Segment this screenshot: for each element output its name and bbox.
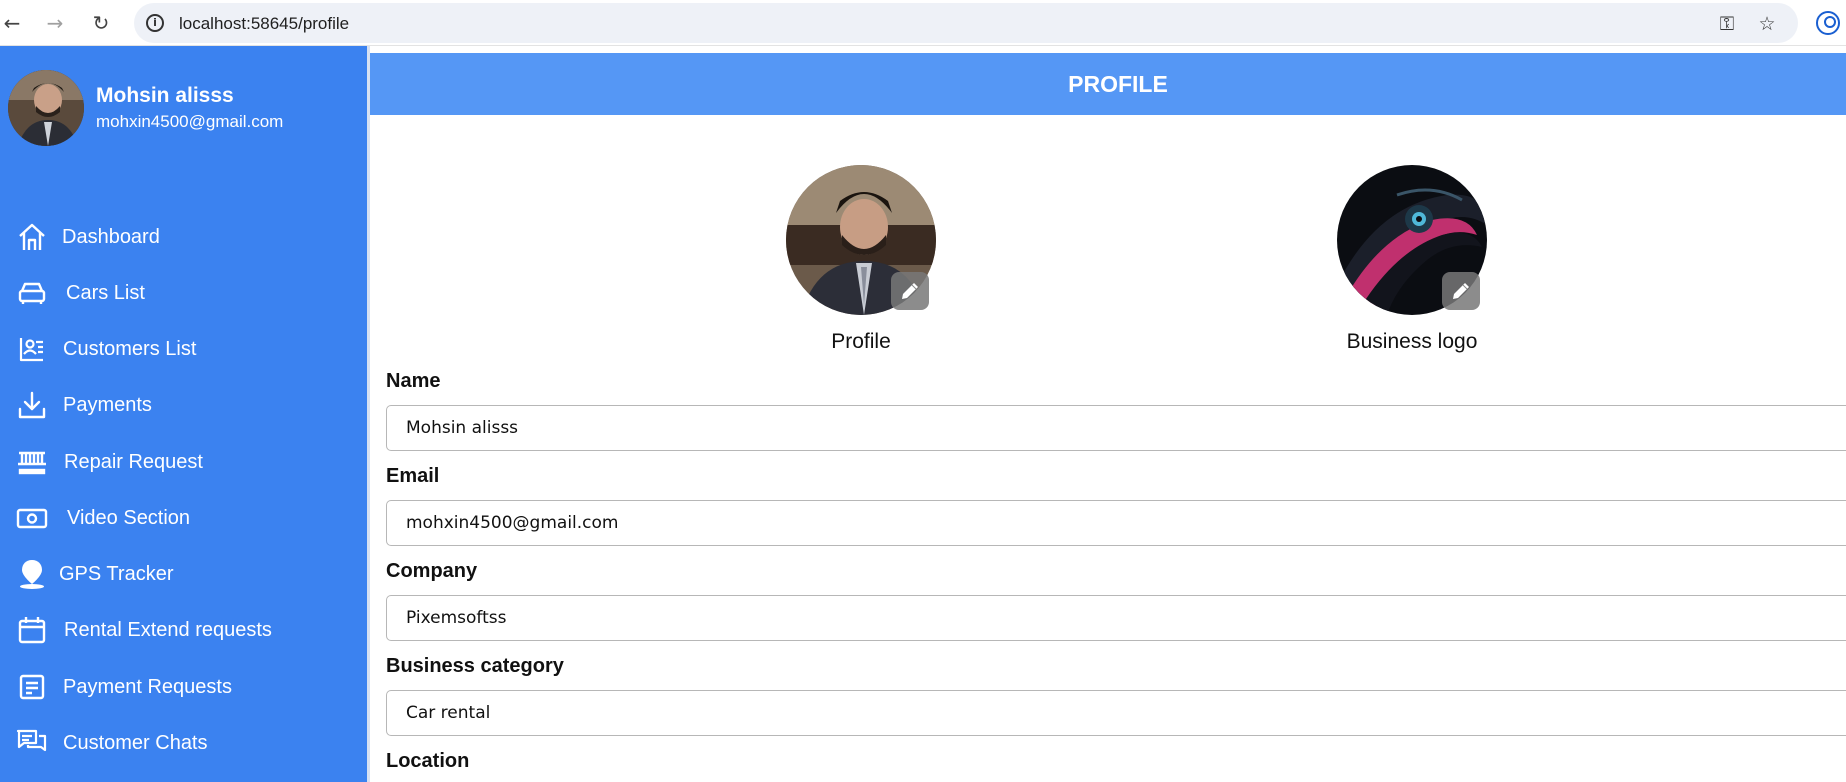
business-logo[interactable]	[1337, 165, 1487, 315]
home-icon	[16, 221, 48, 253]
avatar	[8, 70, 84, 146]
sidebar-item-label: Payments	[63, 393, 152, 416]
video-icon	[16, 502, 48, 534]
sidebar-item-label: GPS Tracker	[59, 562, 174, 585]
download-icon	[16, 389, 48, 421]
pencil-icon	[902, 283, 918, 299]
company-label: Company	[386, 560, 478, 582]
reload-icon[interactable]: ↻	[89, 11, 113, 35]
sidebar-item-payments[interactable]: Payments	[0, 380, 367, 430]
profile-photo-caption: Profile	[831, 330, 891, 353]
site-info-icon[interactable]: i	[146, 14, 164, 32]
sidebar: Mohsin alisss mohxin4500@gmail.com Dashb…	[0, 46, 367, 782]
sidebar-item-customer-chats[interactable]: Customer Chats	[0, 718, 367, 768]
url-text[interactable]: localhost:58645/profile	[179, 14, 349, 34]
edit-profile-photo-button[interactable]	[891, 272, 929, 310]
star-icon[interactable]: ☆	[1756, 13, 1778, 35]
sidebar-item-video-section[interactable]: Video Section	[0, 493, 367, 543]
sidebar-item-repair-request[interactable]: Repair Request	[0, 437, 367, 487]
sidebar-item-label: Cars List	[66, 281, 145, 304]
page-title: PROFILE	[370, 53, 1846, 115]
profile-photo[interactable]	[786, 165, 936, 315]
sidebar-item-label: Video Section	[67, 506, 191, 529]
sidebar-item-label: Repair Request	[64, 450, 203, 473]
business-logo-caption: Business logo	[1346, 330, 1478, 353]
repair-icon	[16, 446, 48, 478]
business-category-label: Business category	[386, 655, 564, 677]
user-email: mohxin4500@gmail.com	[96, 112, 284, 131]
browser-toolbar: ← → ↻ i localhost:58645/profile ⚿ ☆	[0, 0, 1846, 46]
name-field[interactable]: Mohsin alisss	[386, 405, 1846, 451]
sidebar-item-dashboard[interactable]: Dashboard	[0, 212, 367, 262]
company-field[interactable]: Pixemsoftss	[386, 595, 1846, 641]
key-icon[interactable]: ⚿	[1716, 13, 1738, 35]
business-category-field[interactable]: Car rental	[386, 690, 1846, 736]
forward-arrow-icon[interactable]: →	[43, 11, 67, 35]
chat-icon	[16, 727, 48, 759]
user-name: Mohsin alisss	[96, 84, 234, 107]
location-label: Location	[386, 750, 470, 772]
calendar-icon	[16, 614, 48, 646]
pencil-icon	[1453, 283, 1469, 299]
car-icon	[16, 277, 48, 309]
customers-icon	[16, 333, 48, 365]
email-label: Email	[386, 465, 440, 487]
sidebar-item-label: Customer Chats	[63, 731, 208, 754]
back-arrow-icon[interactable]: ←	[0, 11, 24, 35]
document-icon	[16, 671, 48, 703]
sidebar-item-payment-requests[interactable]: Payment Requests	[0, 662, 367, 712]
location-pin-icon	[16, 558, 48, 590]
edit-business-logo-button[interactable]	[1442, 272, 1480, 310]
sidebar-item-gps-tracker[interactable]: GPS Tracker	[0, 549, 367, 599]
sidebar-item-label: Rental Extend requests	[64, 618, 272, 641]
name-label: Name	[386, 370, 441, 392]
account-icon[interactable]	[1816, 11, 1840, 35]
main-content: PROFILE Profile Business logo Name Mohsi…	[370, 46, 1846, 782]
sidebar-item-customers-list[interactable]: Customers List	[0, 324, 367, 374]
sidebar-item-label: Dashboard	[62, 225, 160, 248]
sidebar-item-label: Customers List	[63, 337, 197, 360]
sidebar-item-label: Payment Requests	[63, 675, 232, 698]
address-bar[interactable]: i localhost:58645/profile ⚿ ☆	[134, 3, 1798, 43]
sidebar-item-rental-extend-requests[interactable]: Rental Extend requests	[0, 605, 367, 655]
email-field[interactable]: mohxin4500@gmail.com	[386, 500, 1846, 546]
sidebar-item-cars-list[interactable]: Cars List	[0, 268, 367, 318]
